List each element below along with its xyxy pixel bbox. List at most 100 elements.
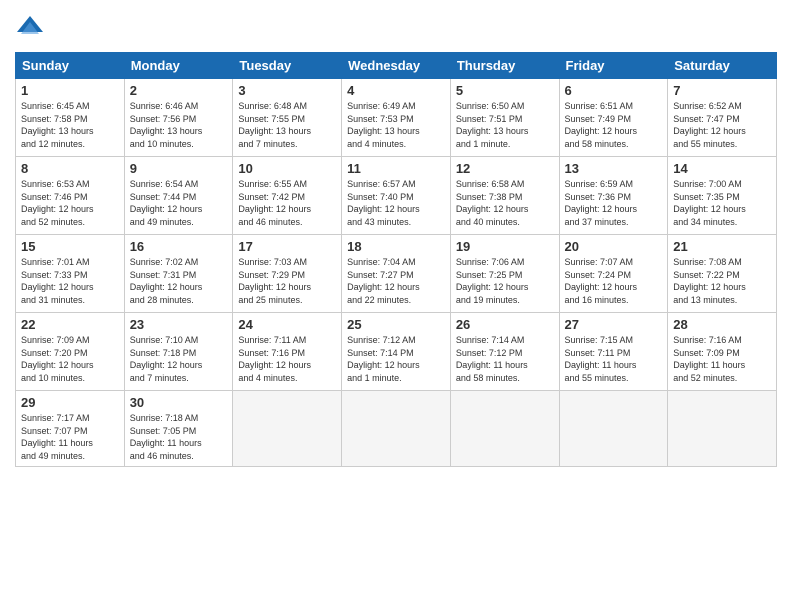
day-number: 6 — [565, 83, 663, 98]
calendar: SundayMondayTuesdayWednesdayThursdayFrid… — [15, 52, 777, 467]
day-info: Sunrise: 6:52 AM Sunset: 7:47 PM Dayligh… — [673, 100, 771, 150]
day-info: Sunrise: 7:04 AM Sunset: 7:27 PM Dayligh… — [347, 256, 445, 306]
calendar-cell — [668, 391, 777, 467]
day-number: 8 — [21, 161, 119, 176]
calendar-cell: 21Sunrise: 7:08 AM Sunset: 7:22 PM Dayli… — [668, 235, 777, 313]
day-info: Sunrise: 7:12 AM Sunset: 7:14 PM Dayligh… — [347, 334, 445, 384]
calendar-cell: 1Sunrise: 6:45 AM Sunset: 7:58 PM Daylig… — [16, 79, 125, 157]
day-number: 3 — [238, 83, 336, 98]
calendar-cell: 9 Sunrise: 6:54 AM Sunset: 7:44 PM Daylig… — [124, 157, 233, 235]
day-info: Sunrise: 7:10 AM Sunset: 7:18 PM Dayligh… — [130, 334, 228, 384]
calendar-cell: 22Sunrise: 7:09 AM Sunset: 7:20 PM Dayli… — [16, 313, 125, 391]
day-info: Sunrise: 7:16 AM Sunset: 7:09 PM Dayligh… — [673, 334, 771, 384]
calendar-cell: 15Sunrise: 7:01 AM Sunset: 7:33 PM Dayli… — [16, 235, 125, 313]
day-number: 27 — [565, 317, 663, 332]
day-info: Sunrise: 6:49 AM Sunset: 7:53 PM Dayligh… — [347, 100, 445, 150]
logo-icon — [15, 14, 45, 44]
calendar-cell: 12 Sunrise: 6:58 AM Sunset: 7:38 PM Dayli… — [450, 157, 559, 235]
day-info: Sunrise: 6:50 AM Sunset: 7:51 PM Dayligh… — [456, 100, 554, 150]
day-number: 24 — [238, 317, 336, 332]
day-number: 14 — [673, 161, 771, 176]
day-info: Sunrise: 7:00 AM Sunset: 7:35 PM Dayligh… — [673, 178, 771, 228]
calendar-cell: 14 Sunrise: 7:00 AM Sunset: 7:35 PM Dayli… — [668, 157, 777, 235]
day-number: 26 — [456, 317, 554, 332]
day-info: Sunrise: 6:48 AM Sunset: 7:55 PM Dayligh… — [238, 100, 336, 150]
day-number: 29 — [21, 395, 119, 410]
calendar-cell: 25 Sunrise: 7:12 AM Sunset: 7:14 PM Dayli… — [342, 313, 451, 391]
calendar-cell: 13 Sunrise: 6:59 AM Sunset: 7:36 PM Dayli… — [559, 157, 668, 235]
day-number: 4 — [347, 83, 445, 98]
day-number: 5 — [456, 83, 554, 98]
day-info: Sunrise: 7:09 AM Sunset: 7:20 PM Dayligh… — [21, 334, 119, 384]
weekday-header-thursday: Thursday — [450, 53, 559, 79]
day-info: Sunrise: 7:06 AM Sunset: 7:25 PM Dayligh… — [456, 256, 554, 306]
day-info: Sunrise: 7:17 AM Sunset: 7:07 PM Dayligh… — [21, 412, 119, 462]
weekday-header-wednesday: Wednesday — [342, 53, 451, 79]
day-number: 19 — [456, 239, 554, 254]
day-number: 28 — [673, 317, 771, 332]
calendar-cell: 3 Sunrise: 6:48 AM Sunset: 7:55 PM Daylig… — [233, 79, 342, 157]
calendar-week-4: 22Sunrise: 7:09 AM Sunset: 7:20 PM Dayli… — [16, 313, 777, 391]
weekday-header-sunday: Sunday — [16, 53, 125, 79]
day-number: 11 — [347, 161, 445, 176]
day-info: Sunrise: 7:08 AM Sunset: 7:22 PM Dayligh… — [673, 256, 771, 306]
day-info: Sunrise: 6:55 AM Sunset: 7:42 PM Dayligh… — [238, 178, 336, 228]
calendar-cell — [559, 391, 668, 467]
calendar-cell: 28 Sunrise: 7:16 AM Sunset: 7:09 PM Dayli… — [668, 313, 777, 391]
day-info: Sunrise: 7:02 AM Sunset: 7:31 PM Dayligh… — [130, 256, 228, 306]
day-number: 17 — [238, 239, 336, 254]
page: SundayMondayTuesdayWednesdayThursdayFrid… — [0, 0, 792, 612]
day-info: Sunrise: 6:59 AM Sunset: 7:36 PM Dayligh… — [565, 178, 663, 228]
calendar-cell: 6 Sunrise: 6:51 AM Sunset: 7:49 PM Daylig… — [559, 79, 668, 157]
day-number: 9 — [130, 161, 228, 176]
day-number: 10 — [238, 161, 336, 176]
calendar-cell: 20Sunrise: 7:07 AM Sunset: 7:24 PM Dayli… — [559, 235, 668, 313]
day-info: Sunrise: 6:58 AM Sunset: 7:38 PM Dayligh… — [456, 178, 554, 228]
logo — [15, 14, 49, 44]
day-number: 13 — [565, 161, 663, 176]
calendar-cell: 30 Sunrise: 7:18 AM Sunset: 7:05 PM Dayli… — [124, 391, 233, 467]
day-number: 23 — [130, 317, 228, 332]
calendar-cell: 7 Sunrise: 6:52 AM Sunset: 7:47 PM Daylig… — [668, 79, 777, 157]
day-number: 12 — [456, 161, 554, 176]
calendar-cell — [342, 391, 451, 467]
weekday-header-monday: Monday — [124, 53, 233, 79]
day-number: 25 — [347, 317, 445, 332]
day-info: Sunrise: 6:46 AM Sunset: 7:56 PM Dayligh… — [130, 100, 228, 150]
day-info: Sunrise: 6:54 AM Sunset: 7:44 PM Dayligh… — [130, 178, 228, 228]
day-info: Sunrise: 6:51 AM Sunset: 7:49 PM Dayligh… — [565, 100, 663, 150]
day-number: 2 — [130, 83, 228, 98]
header — [15, 10, 777, 44]
calendar-cell: 27 Sunrise: 7:15 AM Sunset: 7:11 PM Dayli… — [559, 313, 668, 391]
day-info: Sunrise: 6:45 AM Sunset: 7:58 PM Dayligh… — [21, 100, 119, 150]
weekday-header-saturday: Saturday — [668, 53, 777, 79]
calendar-cell: 29 Sunrise: 7:17 AM Sunset: 7:07 PM Dayli… — [16, 391, 125, 467]
day-info: Sunrise: 6:53 AM Sunset: 7:46 PM Dayligh… — [21, 178, 119, 228]
calendar-cell: 16 Sunrise: 7:02 AM Sunset: 7:31 PM Dayli… — [124, 235, 233, 313]
day-info: Sunrise: 7:07 AM Sunset: 7:24 PM Dayligh… — [565, 256, 663, 306]
day-info: Sunrise: 7:14 AM Sunset: 7:12 PM Dayligh… — [456, 334, 554, 384]
day-number: 15 — [21, 239, 119, 254]
calendar-cell: 4 Sunrise: 6:49 AM Sunset: 7:53 PM Daylig… — [342, 79, 451, 157]
calendar-week-2: 8 Sunrise: 6:53 AM Sunset: 7:46 PM Daylig… — [16, 157, 777, 235]
calendar-cell — [450, 391, 559, 467]
calendar-cell: 17 Sunrise: 7:03 AM Sunset: 7:29 PM Dayli… — [233, 235, 342, 313]
weekday-header-row: SundayMondayTuesdayWednesdayThursdayFrid… — [16, 53, 777, 79]
day-info: Sunrise: 7:15 AM Sunset: 7:11 PM Dayligh… — [565, 334, 663, 384]
calendar-week-5: 29 Sunrise: 7:17 AM Sunset: 7:07 PM Dayli… — [16, 391, 777, 467]
calendar-cell: 18 Sunrise: 7:04 AM Sunset: 7:27 PM Dayli… — [342, 235, 451, 313]
calendar-cell: 23 Sunrise: 7:10 AM Sunset: 7:18 PM Dayli… — [124, 313, 233, 391]
calendar-cell — [233, 391, 342, 467]
calendar-week-3: 15Sunrise: 7:01 AM Sunset: 7:33 PM Dayli… — [16, 235, 777, 313]
day-info: Sunrise: 7:03 AM Sunset: 7:29 PM Dayligh… — [238, 256, 336, 306]
calendar-cell: 11Sunrise: 6:57 AM Sunset: 7:40 PM Dayli… — [342, 157, 451, 235]
day-number: 16 — [130, 239, 228, 254]
weekday-header-tuesday: Tuesday — [233, 53, 342, 79]
day-number: 18 — [347, 239, 445, 254]
day-info: Sunrise: 7:18 AM Sunset: 7:05 PM Dayligh… — [130, 412, 228, 462]
calendar-cell: 2 Sunrise: 6:46 AM Sunset: 7:56 PM Daylig… — [124, 79, 233, 157]
calendar-week-1: 1Sunrise: 6:45 AM Sunset: 7:58 PM Daylig… — [16, 79, 777, 157]
day-number: 7 — [673, 83, 771, 98]
weekday-header-friday: Friday — [559, 53, 668, 79]
day-number: 30 — [130, 395, 228, 410]
